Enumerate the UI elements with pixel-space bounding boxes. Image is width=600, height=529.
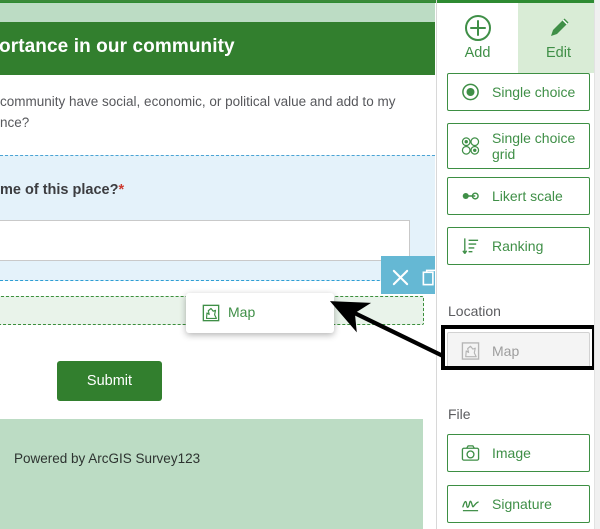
sidebar-item-single-choice-grid[interactable]: Single choice grid [447,123,590,169]
duplicate-icon[interactable] [421,268,435,287]
sidebar-item-likert-scale[interactable]: Likert scale [447,177,590,215]
form-top-rule [0,0,437,2]
submit-button[interactable]: Submit [57,361,162,401]
tab-add-label: Add [464,45,491,61]
tab-edit-label: Edit [546,45,571,61]
question-text-input[interactable] [0,220,410,261]
sidebar-item-likert-scale-label: Likert scale [492,188,563,204]
sidebar-item-single-choice-label: Single choice [492,84,576,100]
sidebar-item-image-label: Image [492,445,531,461]
form-description-line-2: nce? [0,115,30,130]
ranking-icon [462,238,479,254]
footer-credit: Powered by ArcGIS Survey123 [14,451,201,466]
likert-icon [462,192,479,200]
question-library-sidebar: Add Edit Single choice Single choice gri… [437,3,600,529]
question-label-text: me of this place? [0,182,119,198]
close-icon[interactable] [391,268,410,287]
radio-grid-icon [461,137,480,155]
question-toolbar[interactable] [381,261,435,294]
sidebar-item-image[interactable]: Image [447,434,590,472]
sidebar-item-signature[interactable]: Signature [447,485,590,523]
form-header-band [0,3,435,22]
section-title-file: File [448,406,471,422]
sidebar-tabs: Add Edit [437,3,600,73]
page-title: ortance in our community [0,36,235,57]
sidebar-item-ranking-label: Ranking [492,238,544,254]
drag-preview-card: Map [186,293,334,333]
selected-question-block[interactable] [0,155,435,281]
survey-form-panel: ortance in our community community have … [0,3,435,529]
required-asterisk: * [118,182,125,198]
form-description-line-1: community have social, economic, or poli… [0,94,396,109]
sidebar-scrollbar[interactable] [594,0,600,529]
sidebar-item-single-choice[interactable]: Single choice [447,73,590,111]
sidebar-item-ranking[interactable]: Ranking [447,227,590,265]
pencil-icon [550,18,568,36]
signature-icon [462,500,479,512]
plus-circle-icon [464,15,491,41]
sidebar-item-signature-label: Signature [492,496,552,512]
map-icon [202,304,220,322]
form-footer-band [0,419,423,529]
tab-add[interactable]: Add [437,3,518,73]
camera-icon [461,445,480,461]
sidebar-item-single-choice-grid-label: Single choice grid [492,130,576,162]
annotation-highlight-box [441,325,596,370]
tab-edit[interactable]: Edit [518,3,599,73]
question-label: me of this place?* [0,182,124,198]
drag-preview-label: Map [228,304,256,320]
radio-selected-icon [462,83,479,101]
section-title-location: Location [448,303,501,319]
form-description: community have social, economic, or poli… [0,91,432,133]
